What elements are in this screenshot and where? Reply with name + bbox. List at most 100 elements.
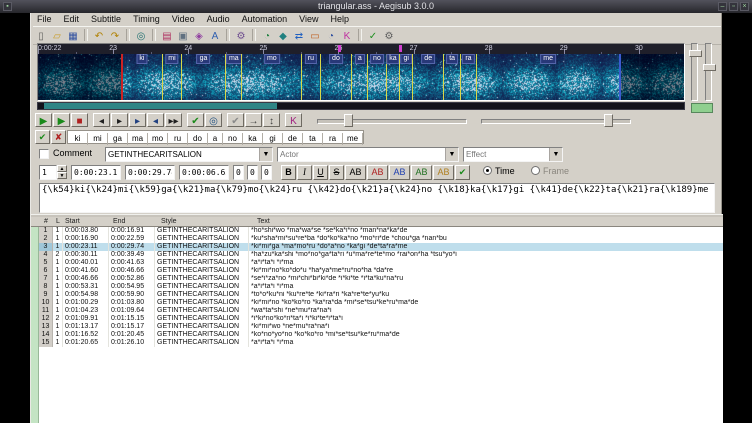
volume-slider[interactable] [317, 113, 467, 127]
karaoke-segment[interactable]: ta [443, 54, 460, 100]
column-header-end[interactable]: End [111, 217, 159, 226]
selection-start-marker[interactable] [121, 54, 123, 100]
minimize-button[interactable]: – [718, 2, 727, 11]
selection-end-marker[interactable] [619, 54, 621, 100]
karaoke-cancel-split-button[interactable]: ✘ [51, 130, 66, 144]
timing-post-processor-button[interactable]: ◔ [323, 27, 339, 42]
karaoke-syllable-cell[interactable]: ra [323, 133, 343, 145]
menu-item-automation[interactable]: Automation [236, 13, 294, 26]
audio-horizontal-zoom-slider[interactable] [691, 43, 698, 101]
karaoke-segment[interactable]: mo [241, 54, 301, 100]
karaoke-syllable-cell[interactable]: ta [303, 133, 323, 145]
styles-manager-button[interactable]: ▤ [159, 27, 175, 42]
layer-up-icon[interactable]: ▲ [57, 165, 67, 172]
start-time-field[interactable] [71, 165, 121, 180]
karaoke-syllable-cell[interactable]: no [223, 133, 243, 145]
karaoke-segment[interactable]: ga [181, 54, 226, 100]
karaoke-syllable-cell[interactable]: ga [108, 133, 128, 145]
table-row[interactable]: 510:00:40.010:00:41.63GETINTHECARITSALIO… [39, 259, 723, 267]
karaoke-segment[interactable]: ki [121, 54, 162, 100]
table-row[interactable]: 1220:01:09.910:01:15.15GETINTHECARITSALI… [39, 315, 723, 323]
menu-item-timing[interactable]: Timing [127, 13, 166, 26]
table-row[interactable]: 1110:01:04.230:01:09.64GETINTHECARITSALI… [39, 307, 723, 315]
save-subtitles-button[interactable]: ▦ [65, 27, 81, 42]
karaoke-syllable-cell[interactable]: a [208, 133, 223, 145]
play-last-500ms-button[interactable]: ◂ [147, 113, 164, 127]
table-row[interactable]: 1310:01:13.170:01:15.17GETINTHECARITSALI… [39, 323, 723, 331]
open-subtitles-button[interactable]: ▱ [49, 27, 65, 42]
rate-slider-thumb[interactable] [604, 114, 613, 127]
close-button[interactable]: × [740, 2, 749, 11]
styling-assistant-button[interactable]: ◆ [275, 27, 291, 42]
karaoke-segment[interactable]: ra [460, 54, 476, 100]
undo-button[interactable]: ↶ [91, 27, 107, 42]
karaoke-segment[interactable]: do [320, 54, 352, 100]
table-row[interactable]: 710:00:46.660:00:52.86GETINTHECARITSALIO… [39, 275, 723, 283]
find-button[interactable]: ◎ [133, 27, 149, 42]
column-header-start[interactable]: Start [63, 217, 111, 226]
karaoke-accept-split-button[interactable]: ✔ [35, 130, 50, 144]
audio-vertical-zoom-slider[interactable] [705, 43, 712, 101]
attachments-button[interactable]: ◈ [191, 27, 207, 42]
karaoke-syllable-cell[interactable]: me [343, 133, 363, 145]
font-button[interactable]: AB [345, 165, 366, 180]
karaoke-mode-toggle-button[interactable]: K [285, 113, 302, 127]
shift-times-button[interactable]: ◔ [259, 27, 275, 42]
column-header-l[interactable]: L [53, 217, 63, 226]
play-first-500ms-button[interactable]: ▸ [129, 113, 146, 127]
play-500ms-before-button[interactable]: ◂ [93, 113, 110, 127]
table-row[interactable]: 110:00:03.800:00:16.91GETINTHECARITSALIO… [39, 227, 723, 235]
actor-dropdown[interactable]: ▼ [277, 147, 459, 162]
maximize-button[interactable]: ▫ [729, 2, 738, 11]
primary-color-button[interactable]: AB [367, 165, 388, 180]
redo-button[interactable]: ↷ [107, 27, 123, 42]
auto-next-toggle-button[interactable]: → [245, 113, 262, 127]
automation-manager-button[interactable]: ⚙ [233, 27, 249, 42]
auto-scroll-toggle-button[interactable]: ↕ [263, 113, 280, 127]
properties-button[interactable]: ▣ [175, 27, 191, 42]
table-row[interactable]: 1510:01:20.650:01:26.10GETINTHECARITSALI… [39, 339, 723, 347]
menu-item-file[interactable]: File [31, 13, 58, 26]
commit-button[interactable]: ✔ [455, 165, 470, 180]
play-line-button[interactable]: ▶ [53, 113, 70, 127]
zoom-link-button[interactable] [691, 103, 713, 113]
table-row[interactable]: 910:00:54.980:00:59.90GETINTHECARITSALIO… [39, 291, 723, 299]
table-row[interactable]: 1010:01:00.290:01:03.80GETINTHECARITSALI… [39, 299, 723, 307]
spell-checker-button[interactable]: ✓ [365, 27, 381, 42]
effect-dropdown[interactable]: ▼ [463, 147, 563, 162]
karaoke-segment[interactable]: no [367, 54, 385, 100]
menu-item-view[interactable]: View [293, 13, 324, 26]
karaoke-segment[interactable]: me [476, 54, 619, 100]
karaoke-syllable-cell[interactable]: ma [128, 133, 148, 145]
margin-vertical-field[interactable] [261, 165, 272, 180]
table-row[interactable]: 610:00:41.600:00:46.66GETINTHECARITSALIO… [39, 267, 723, 275]
menu-item-video[interactable]: Video [166, 13, 201, 26]
karaoke-syllable-cell[interactable]: ru [168, 133, 188, 145]
layer-spinner[interactable] [39, 165, 57, 180]
margin-left-field[interactable] [233, 165, 244, 180]
audio-spectrogram[interactable]: kimigamamorudoanokagidetarame [38, 54, 684, 100]
karaoke-segment[interactable]: ma [225, 54, 241, 100]
actor-dropdown-arrow-icon[interactable]: ▼ [445, 148, 458, 161]
style-dropdown[interactable]: GETINTHECARITSALION ▼ [105, 147, 273, 162]
duration-field[interactable] [179, 165, 229, 180]
audio-horizontal-zoom-thumb[interactable] [689, 50, 702, 57]
bold-button[interactable]: B [281, 165, 296, 180]
shadow-color-button[interactable]: AB [433, 165, 454, 180]
kanji-timer-button[interactable]: K [339, 27, 355, 42]
subtitle-text-editor[interactable]: {\k54}ki{\k24}mi{\k59}ga{\k21}ma{\k79}mo… [39, 183, 715, 213]
frame-radio[interactable]: Frame [531, 166, 569, 177]
window-titlebar[interactable]: ▪ triangular.ass - Aegisub 3.0.0 –▫× [0, 0, 752, 13]
layer-down-icon[interactable]: ▼ [57, 172, 67, 179]
karaoke-segment[interactable]: mi [162, 54, 180, 100]
menu-item-help[interactable]: Help [325, 13, 356, 26]
fonts-collector-button[interactable]: A [207, 27, 223, 42]
options-button[interactable]: ⚙ [381, 27, 397, 42]
column-header-style[interactable]: Style [159, 217, 255, 226]
table-row[interactable]: 210:00:16.900:00:22.59GETINTHECARITSALIO… [39, 235, 723, 243]
actor-input[interactable] [279, 149, 445, 160]
play-to-end-button[interactable]: ▸▸ [165, 113, 182, 127]
resample-resolution-button[interactable]: ▭ [307, 27, 323, 42]
volume-slider-thumb[interactable] [344, 114, 353, 127]
end-time-field[interactable] [125, 165, 175, 180]
